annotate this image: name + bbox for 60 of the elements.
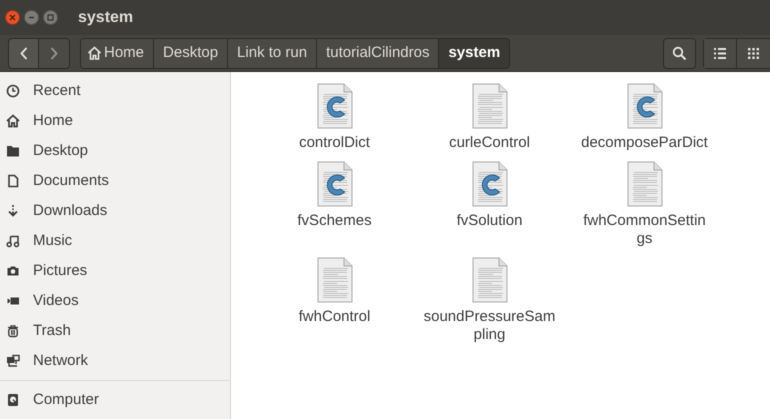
back-icon xyxy=(20,46,28,60)
window-title: system xyxy=(78,8,134,28)
list-icon xyxy=(714,48,726,58)
home-icon xyxy=(6,114,20,128)
close-button[interactable] xyxy=(5,10,20,25)
search-icon xyxy=(672,46,687,60)
file-name[interactable]: fvSchemes xyxy=(297,212,372,230)
grid-icon xyxy=(748,48,759,58)
download-icon xyxy=(6,204,20,218)
sidebar-item[interactable]: Desktop xyxy=(0,136,230,166)
sidebar-item[interactable]: Videos xyxy=(0,286,230,316)
file-name[interactable]: curleControl xyxy=(449,134,530,152)
c-source-file-icon xyxy=(626,83,662,129)
minimize-icon xyxy=(28,14,35,21)
music-icon xyxy=(6,234,20,248)
c-source-file-icon xyxy=(316,161,352,207)
clock-icon xyxy=(6,84,20,98)
maximize-button[interactable] xyxy=(43,10,58,25)
path-button[interactable]: Home xyxy=(81,38,154,68)
camera-icon xyxy=(6,264,20,278)
path-button[interactable]: system xyxy=(439,38,510,68)
sidebar-item[interactable]: Documents xyxy=(0,166,230,196)
sidebar-item[interactable]: Trash xyxy=(0,316,230,346)
file-name[interactable]: fwhControl xyxy=(298,308,370,326)
forward-icon xyxy=(50,46,58,60)
grid-view-button[interactable] xyxy=(737,38,770,68)
minimize-button[interactable] xyxy=(24,10,39,25)
home-icon xyxy=(87,46,102,60)
document-icon xyxy=(6,174,20,188)
text-file-icon xyxy=(472,83,508,129)
sidebar-item[interactable]: Computer xyxy=(0,385,230,415)
file-name[interactable]: fwhCommonSettin gs xyxy=(583,212,706,248)
trash-icon xyxy=(6,324,20,338)
text-file-icon xyxy=(626,161,662,207)
forward-button[interactable] xyxy=(39,38,69,68)
path-button[interactable]: Link to run xyxy=(228,38,318,68)
sidebar-item[interactable]: Pictures xyxy=(0,256,230,286)
file-name[interactable]: soundPressureSam pling xyxy=(424,308,556,344)
drive-icon xyxy=(6,393,20,407)
sidebar-item[interactable]: Recent xyxy=(0,76,230,106)
sidebar-item[interactable]: Network xyxy=(0,346,230,376)
search-button[interactable] xyxy=(663,38,696,68)
file-name[interactable]: decomposeParDict xyxy=(581,134,708,152)
sidebar-item[interactable]: Home xyxy=(0,106,230,136)
sidebar-item[interactable]: Music xyxy=(0,226,230,256)
file-name[interactable]: fvSolution xyxy=(456,212,522,230)
folder-icon xyxy=(6,144,20,158)
close-icon xyxy=(9,14,16,21)
list-view-button[interactable] xyxy=(704,38,737,68)
network-icon xyxy=(6,354,20,368)
file-name[interactable]: controlDict xyxy=(299,134,370,152)
back-button[interactable] xyxy=(9,38,39,68)
text-file-icon xyxy=(472,257,508,303)
maximize-icon xyxy=(47,14,54,21)
text-file-icon xyxy=(316,257,352,303)
c-source-file-icon xyxy=(472,161,508,207)
path-button[interactable]: Desktop xyxy=(154,38,228,68)
sidebar-item[interactable]: Downloads xyxy=(0,196,230,226)
c-source-file-icon xyxy=(316,83,352,129)
path-button[interactable]: tutorialCilindros xyxy=(317,38,440,68)
